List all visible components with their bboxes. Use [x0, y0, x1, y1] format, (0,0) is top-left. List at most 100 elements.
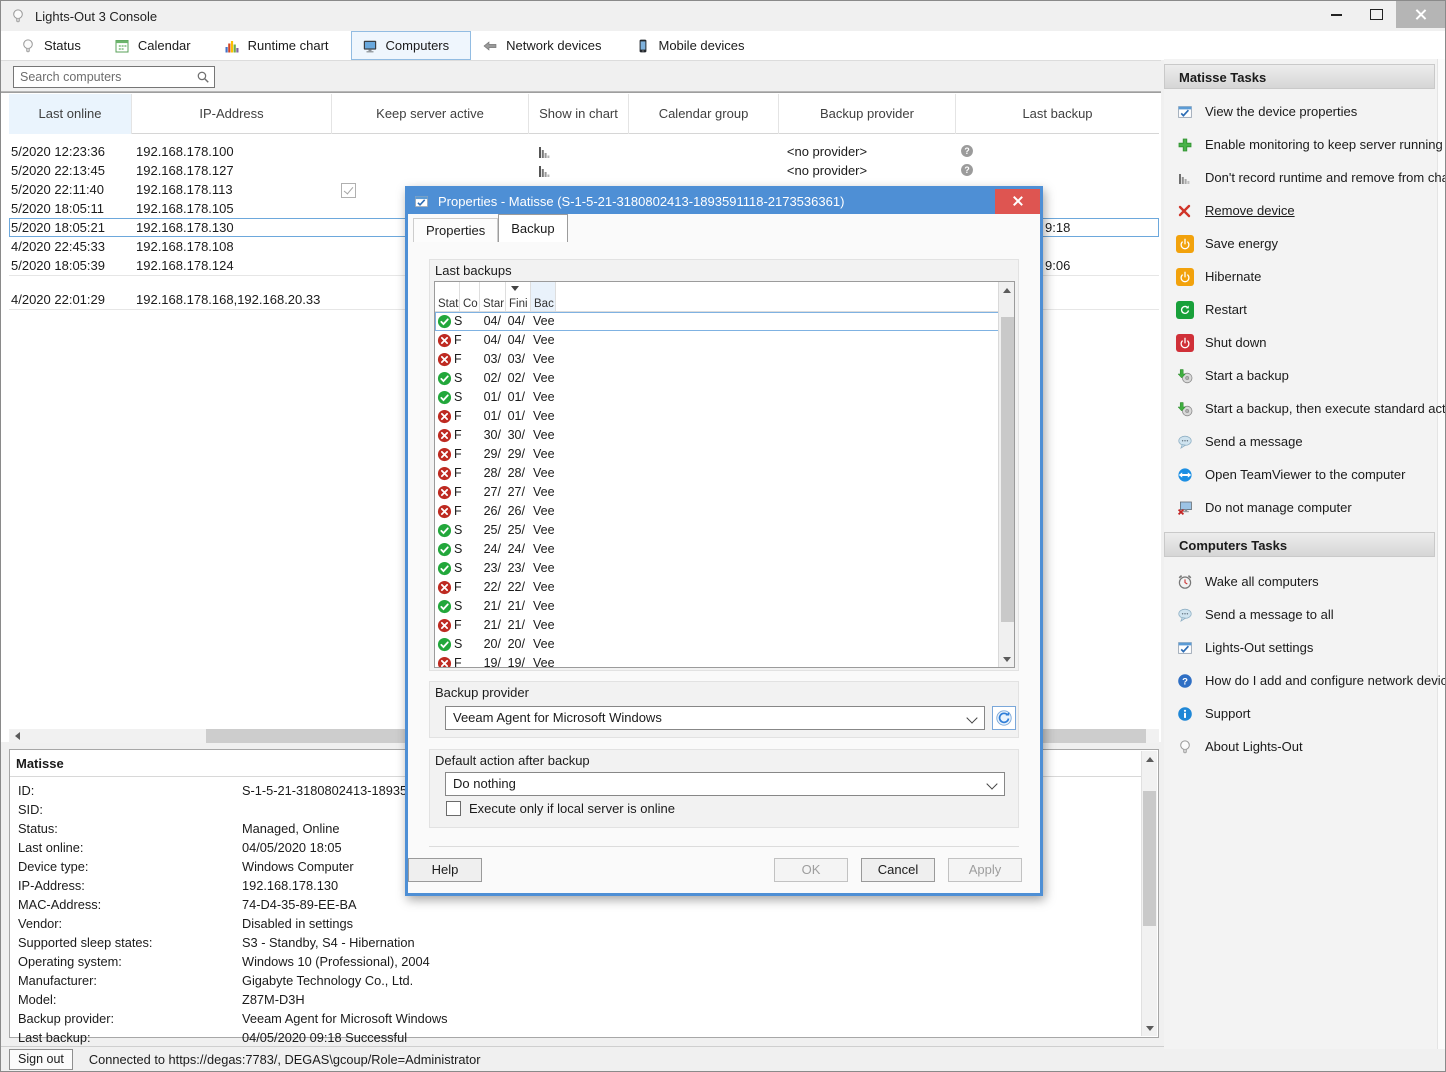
dialog-tab[interactable]: Properties [413, 218, 498, 242]
backup-row[interactable]: F 01/ 01/ Vee [435, 407, 1000, 426]
last-backups-label: Last backups [435, 263, 512, 278]
backup-row[interactable]: F 26/ 26/ Vee [435, 502, 1000, 521]
sign-out-button[interactable]: Sign out [9, 1049, 73, 1070]
backup-start: 21/ [479, 616, 501, 635]
main-tab[interactable]: Computers [351, 31, 472, 60]
backup-row[interactable]: F 28/ 28/ Vee [435, 464, 1000, 483]
backup-row[interactable]: S 24/ 24/ Vee [435, 540, 1000, 559]
column-header-show-in-chart[interactable]: Show in chart [529, 94, 629, 134]
task-item[interactable]: Remove device [1164, 194, 1438, 227]
details-row: Manufacturer: Gigabyte Technology Co., L… [10, 971, 1142, 990]
task-item[interactable]: Do not manage computer [1164, 491, 1438, 524]
task-item[interactable]: Hibernate [1164, 260, 1438, 293]
backup-row[interactable]: F 22/ 22/ Vee [435, 578, 1000, 597]
backup-row[interactable]: F 03/ 03/ Vee [435, 350, 1000, 369]
question-icon[interactable] [960, 144, 974, 158]
dialog-tab[interactable]: Backup [498, 214, 567, 242]
execute-online-checkbox[interactable] [446, 801, 461, 816]
backup-row[interactable]: S 23/ 23/ Vee [435, 559, 1000, 578]
details-label: Manufacturer: [18, 971, 97, 990]
task-item[interactable]: Support [1164, 697, 1438, 730]
task-item[interactable]: Start a backup, then execute standard ac… [1164, 392, 1438, 425]
backup-row[interactable]: S 21/ 21/ Vee [435, 597, 1000, 616]
task-item[interactable]: About Lights-Out [1164, 730, 1438, 763]
scroll-down-arrow-icon[interactable] [1142, 1020, 1157, 1036]
main-tab[interactable]: Calendar [103, 31, 213, 60]
maximize-button[interactable] [1356, 1, 1396, 28]
refresh-provider-button[interactable] [992, 706, 1016, 730]
backup-row[interactable]: F 21/ 21/ Vee [435, 616, 1000, 635]
dialog-button[interactable]: Cancel [861, 858, 935, 882]
scroll-up-arrow-icon[interactable] [1142, 751, 1157, 767]
backup-finish: 02/ [503, 369, 525, 388]
column-header-backup-provider[interactable]: Backup provider [779, 94, 956, 134]
column-header-keep-server-active[interactable]: Keep server active [332, 94, 529, 134]
dialog-button[interactable]: Help [408, 858, 482, 882]
task-item[interactable]: Send a message to all [1164, 598, 1438, 631]
minimize-button[interactable] [1316, 1, 1356, 28]
main-tab[interactable]: Status [9, 31, 103, 60]
backup-row[interactable]: F 27/ 27/ Vee [435, 483, 1000, 502]
table-row[interactable]: 5/2020 12:23:36 192.168.178.100 <no prov… [9, 142, 1159, 161]
task-item[interactable]: View the device properties [1164, 95, 1438, 128]
backup-row[interactable]: F 30/ 30/ Vee [435, 426, 1000, 445]
dialog-titlebar[interactable]: Properties - Matisse (S-1-5-21-318080241… [408, 189, 1040, 214]
backups-scrollbar-thumb[interactable] [1001, 317, 1014, 622]
task-item[interactable]: Start a backup [1164, 359, 1438, 392]
keep-server-active-checkbox[interactable] [341, 183, 356, 198]
task-item[interactable]: Don't record runtime and remove from cha… [1164, 161, 1438, 194]
dialog-close-button[interactable] [995, 189, 1040, 214]
task-item[interactable]: Restart [1164, 293, 1438, 326]
task-item[interactable]: Send a message [1164, 425, 1438, 458]
list-column-star[interactable]: Star [480, 282, 506, 311]
backup-finish: 25/ [503, 521, 525, 540]
fail-icon [437, 504, 452, 519]
backup-row[interactable]: F 19/ 19/ Vee [435, 654, 1000, 668]
backup-row[interactable]: S 25/ 25/ Vee [435, 521, 1000, 540]
details-value: Windows Computer [242, 857, 354, 876]
list-column-stat[interactable]: Stat [435, 282, 460, 311]
fail-icon [437, 447, 452, 462]
scroll-left-arrow-icon[interactable] [9, 729, 25, 743]
details-label: Backup provider: [18, 1009, 114, 1028]
cell-ip-address: 192.168.178.113 [136, 180, 233, 199]
task-item[interactable]: Shut down [1164, 326, 1438, 359]
question-icon[interactable] [960, 163, 974, 177]
main-tab[interactable]: Runtime chart [213, 31, 351, 60]
details-vertical-scrollbar[interactable] [1141, 751, 1157, 1036]
task-item[interactable]: Lights-Out settings [1164, 631, 1438, 664]
task-item[interactable]: Open TeamViewer to the computer [1164, 458, 1438, 491]
dialog-button[interactable]: Apply [948, 858, 1022, 882]
backup-row[interactable]: S 20/ 20/ Vee [435, 635, 1000, 654]
backup-provider-select[interactable]: Veeam Agent for Microsoft Windows [445, 706, 985, 730]
column-header-ip-address[interactable]: IP-Address [132, 94, 332, 134]
details-label: Operating system: [18, 952, 122, 971]
list-column-co[interactable]: Co [460, 282, 480, 311]
column-header-last-backup[interactable]: Last backup [956, 94, 1159, 134]
task-item[interactable]: Save energy [1164, 227, 1438, 260]
table-row[interactable]: 5/2020 22:13:45 192.168.178.127 <no prov… [9, 161, 1159, 180]
scroll-up-arrow-icon[interactable] [999, 282, 1014, 298]
backup-row[interactable]: S 01/ 01/ Vee [435, 388, 1000, 407]
task-item[interactable]: Enable monitoring to keep server running [1164, 128, 1438, 161]
column-header-last-online[interactable]: Last online [9, 94, 132, 134]
list-column-bac[interactable]: Bac [531, 282, 556, 311]
main-tab[interactable]: Network devices [471, 31, 623, 60]
backup-row[interactable]: F 04/ 04/ Vee [435, 331, 1000, 350]
task-item[interactable]: Wake all computers [1164, 565, 1438, 598]
backups-list-scrollbar[interactable] [998, 282, 1014, 667]
backup-row[interactable]: S 04/ 04/ Vee [435, 312, 1000, 331]
cell-last-online: 5/2020 18:05:21 [11, 218, 105, 237]
dialog-button[interactable]: OK [774, 858, 848, 882]
close-button[interactable] [1396, 1, 1445, 28]
backup-row[interactable]: F 29/ 29/ Vee [435, 445, 1000, 464]
matisse-tasks-header: Matisse Tasks [1164, 64, 1435, 89]
details-scrollbar-thumb[interactable] [1143, 791, 1156, 926]
default-action-select[interactable]: Do nothing [445, 772, 1005, 796]
main-tab[interactable]: Mobile devices [624, 31, 767, 60]
scroll-down-arrow-icon[interactable] [999, 651, 1014, 667]
task-item[interactable]: How do I add and configure network devic… [1164, 664, 1438, 697]
column-header-calendar-group[interactable]: Calendar group [629, 94, 779, 134]
search-input[interactable] [14, 67, 196, 87]
backup-row[interactable]: S 02/ 02/ Vee [435, 369, 1000, 388]
